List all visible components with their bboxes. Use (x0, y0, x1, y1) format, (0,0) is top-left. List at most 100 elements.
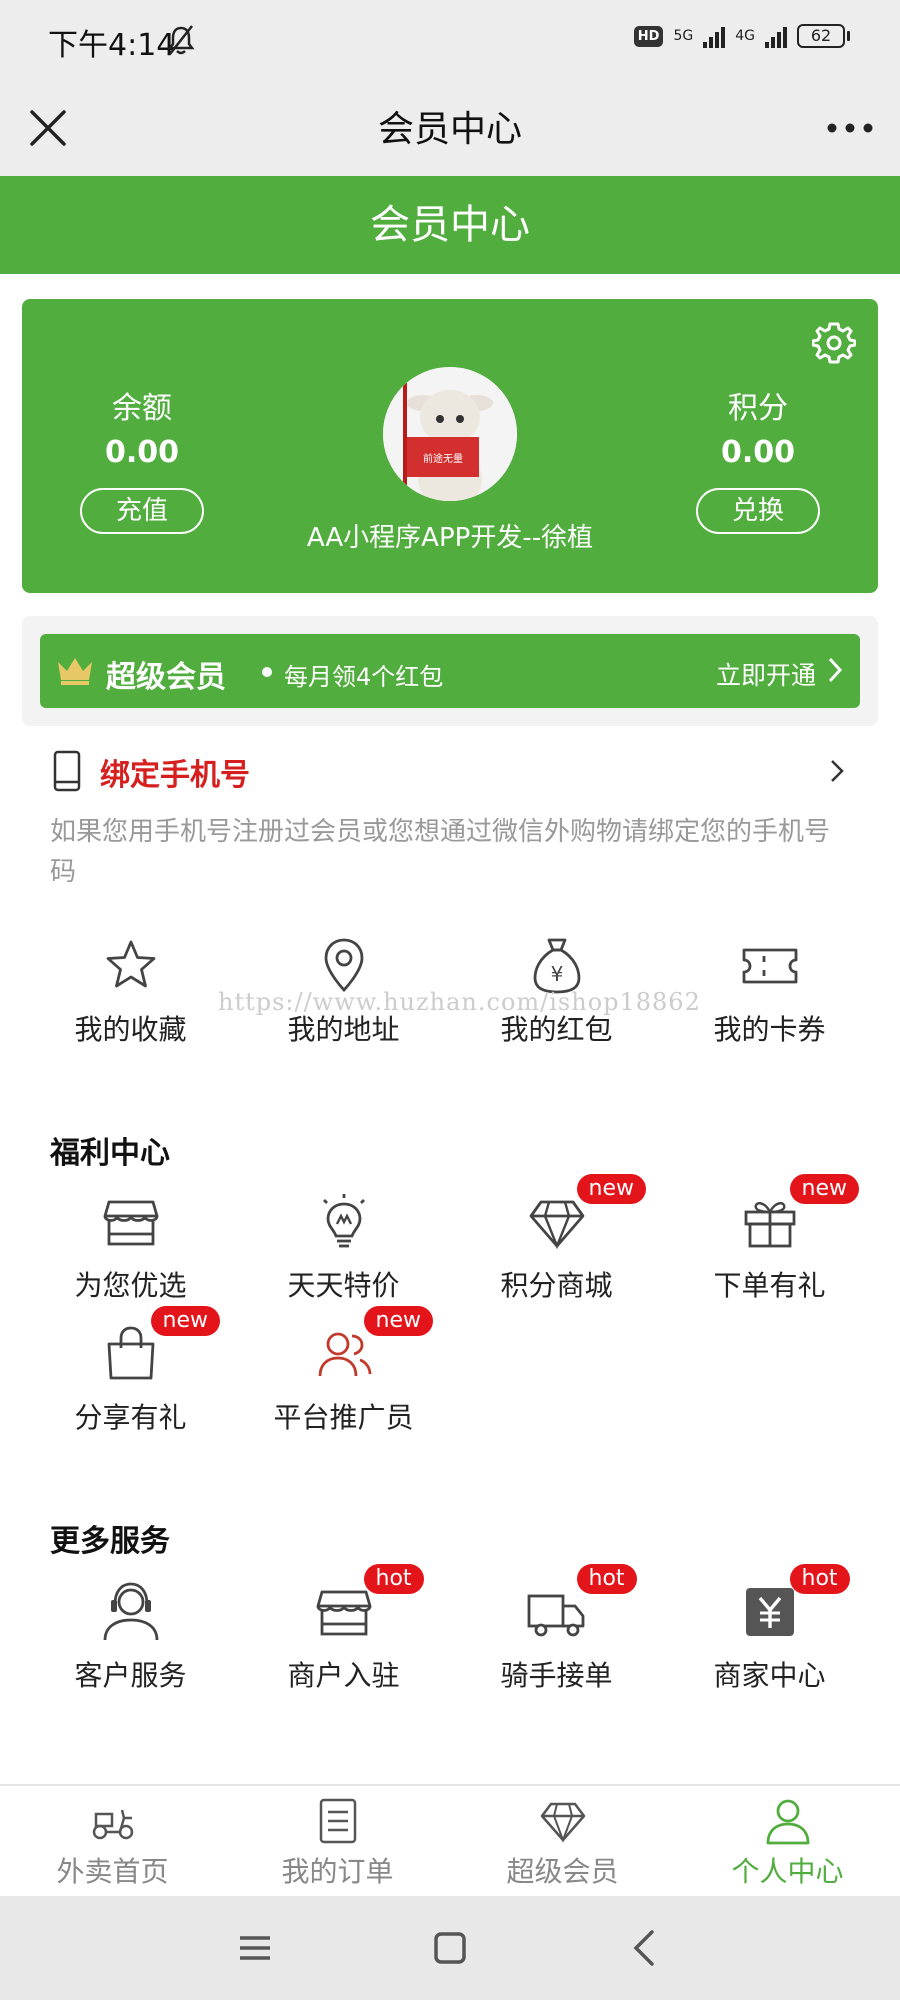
service-item-label: 客户服务 (74, 1659, 187, 1692)
tab-personal-center[interactable]: 个人中心 (675, 1796, 900, 1890)
crown-icon (58, 658, 92, 685)
quick-link-label: 我的收藏 (74, 1013, 187, 1046)
service-item-customer-service[interactable]: 客户服务 (18, 1580, 243, 1694)
bind-phone-row[interactable]: 绑定手机号 如果您用手机号注册过会员或您想通过微信外购物请绑定您的手机号码 (0, 740, 900, 890)
balance-section: 余额 0.00 充值 (67, 383, 217, 534)
status-time: 下午4:14 (48, 28, 176, 63)
gift-icon: new (738, 1174, 859, 1254)
back-icon[interactable] (620, 1924, 670, 1972)
vip-dot (262, 667, 272, 677)
welfare-item-label: 分享有礼 (74, 1401, 187, 1434)
store-icon (99, 1190, 163, 1254)
title-bar: 会员中心 (0, 80, 900, 176)
points-section: 积分 0.00 兑换 (683, 383, 833, 534)
status-bar: 下午4:14 HD 5G 4G 62 (0, 0, 900, 80)
services-section-title: 更多服务 (50, 1524, 170, 1559)
home-square-icon[interactable] (425, 1924, 475, 1972)
svg-text:¥: ¥ (550, 962, 563, 986)
scooter-icon (92, 1809, 133, 1840)
tab-label: 超级会员 (506, 1855, 619, 1888)
welfare-item-label: 积分商城 (500, 1269, 613, 1302)
vip-open-link[interactable]: 立即开通 (716, 656, 816, 692)
new-badge: new (576, 1174, 646, 1204)
points-value: 0.00 (720, 435, 796, 470)
diamond-icon: new (525, 1174, 646, 1254)
signal-4g-icon (765, 24, 787, 48)
avatar[interactable]: 前途无量 (383, 367, 517, 501)
page-title: 会员中心 (377, 109, 522, 150)
welfare-item-label: 天天特价 (287, 1269, 400, 1302)
user-nickname: AA小程序APP开发--徐植 (306, 523, 594, 553)
menu-icon[interactable] (230, 1924, 280, 1972)
delivery-truck-icon: hot (525, 1564, 637, 1644)
welfare-item-promoter[interactable]: new 平台推广员 (231, 1306, 456, 1436)
bottom-tab-bar: 外卖首页 我的订单 超级会员 个人中心 (0, 1784, 900, 1896)
ticket-icon (738, 934, 802, 998)
tab-label: 外卖首页 (56, 1855, 169, 1888)
service-item-label: 商户入驻 (287, 1659, 400, 1692)
more-options-icon[interactable] (822, 102, 878, 154)
tab-label: 个人中心 (731, 1855, 844, 1888)
vip-banner-container: 超级会员 每月领4个红包 立即开通 (22, 616, 878, 726)
shopping-bag-icon: new (99, 1306, 220, 1386)
phone-icon (53, 750, 81, 792)
balance-value: 0.00 (104, 435, 180, 470)
tab-label: 我的订单 (281, 1855, 394, 1888)
battery-level: 62 (797, 24, 845, 48)
welfare-item-points-mall[interactable]: new 积分商城 (444, 1174, 669, 1304)
service-item-label: 商家中心 (713, 1659, 826, 1692)
network-4g-label: 4G (735, 28, 755, 44)
member-card: 余额 0.00 充值 前途无量 积分 0.00 兑换 AA小程序APP开发--徐… (22, 299, 878, 593)
yen-icon: hot (738, 1564, 850, 1644)
hot-badge: hot (363, 1564, 424, 1594)
points-label: 积分 (728, 391, 788, 426)
bind-phone-title: 绑定手机号 (100, 758, 250, 793)
service-item-label: 骑手接单 (500, 1659, 613, 1692)
diamond-icon (540, 1802, 585, 1843)
hd-badge: HD (633, 25, 664, 47)
hot-badge: hot (789, 1564, 850, 1594)
welfare-item-label: 为您优选 (74, 1269, 187, 1302)
hot-badge: hot (576, 1564, 637, 1594)
signal-5g-icon (703, 24, 726, 48)
lightbulb-icon (312, 1190, 376, 1254)
order-list-icon (319, 1798, 356, 1844)
new-badge: new (150, 1306, 220, 1336)
vip-title: 超级会员 (106, 660, 226, 695)
chevron-right-icon (831, 760, 844, 782)
person-icon (766, 1799, 809, 1845)
welfare-item-label: 平台推广员 (273, 1401, 414, 1434)
users-icon: new (312, 1306, 433, 1386)
mute-bell-icon (167, 25, 195, 55)
new-badge: new (363, 1306, 433, 1336)
vip-subtitle: 每月领4个红包 (284, 663, 444, 691)
battery-icon: 62 (797, 24, 850, 48)
quick-link-favorites[interactable]: 我的收藏 (18, 934, 243, 1048)
welfare-item-daily-deal[interactable]: 天天特价 (231, 1190, 456, 1304)
service-item-merchant-join[interactable]: hot 商户入驻 (231, 1564, 456, 1694)
service-item-rider-orders[interactable]: hot 骑手接单 (444, 1564, 669, 1694)
avatar-stamp-text: 前途无量 (423, 452, 463, 465)
headset-icon (99, 1580, 163, 1644)
service-item-merchant-center[interactable]: hot 商家中心 (657, 1564, 882, 1694)
settings-gear-icon[interactable] (812, 321, 856, 365)
welfare-item-selected[interactable]: 为您优选 (18, 1190, 243, 1304)
chevron-right-icon (828, 657, 843, 683)
balance-label: 余额 (112, 391, 172, 426)
welfare-item-share-gift[interactable]: new 分享有礼 (18, 1306, 243, 1436)
store-icon: hot (312, 1564, 424, 1644)
star-icon (99, 934, 163, 998)
tab-my-orders[interactable]: 我的订单 (225, 1796, 450, 1890)
welfare-section-title: 福利中心 (50, 1136, 170, 1171)
welfare-item-order-gift[interactable]: new 下单有礼 (657, 1174, 882, 1304)
header-title: 会员中心 (0, 176, 900, 274)
system-nav-bar (0, 1896, 900, 2000)
vip-banner[interactable]: 超级会员 每月领4个红包 立即开通 (40, 634, 860, 708)
new-badge: new (789, 1174, 859, 1204)
bind-phone-description: 如果您用手机号注册过会员或您想通过微信外购物请绑定您的手机号码 (50, 817, 831, 887)
tab-takeout-home[interactable]: 外卖首页 (0, 1796, 225, 1890)
tab-super-vip[interactable]: 超级会员 (450, 1796, 675, 1890)
status-indicators: HD 5G 4G 62 (633, 24, 850, 48)
network-5g-label: 5G (673, 28, 694, 44)
welfare-item-label: 下单有礼 (713, 1269, 826, 1302)
